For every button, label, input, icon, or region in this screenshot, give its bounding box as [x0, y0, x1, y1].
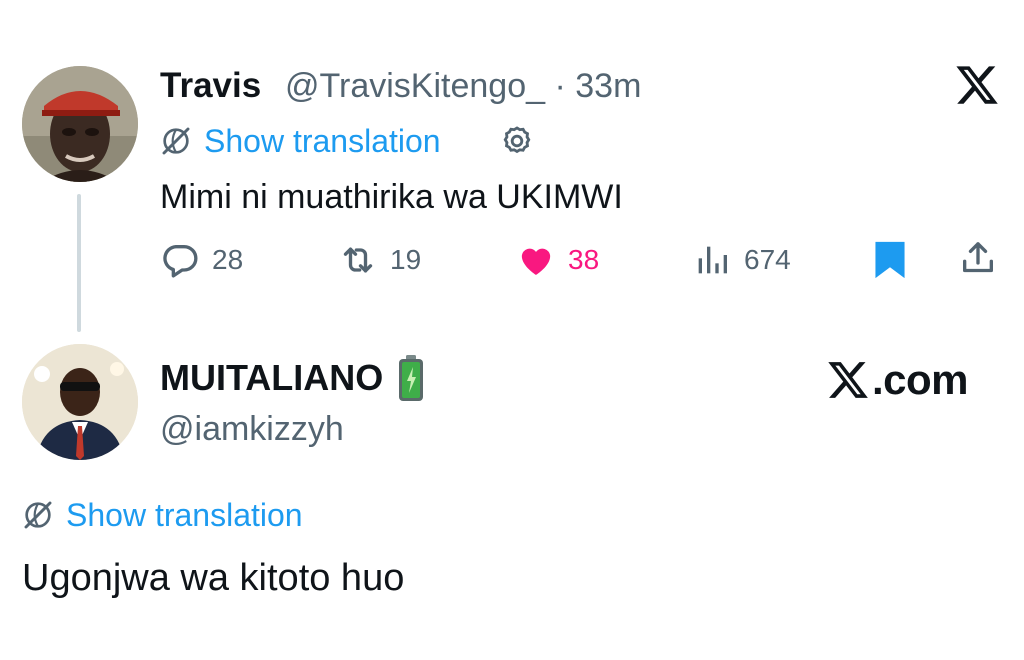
- like-count: 38: [568, 244, 600, 275]
- show-translation-link[interactable]: Show translation: [22, 492, 303, 538]
- reply-button[interactable]: 28: [160, 236, 243, 284]
- like-button[interactable]: 38: [516, 236, 599, 284]
- author-name[interactable]: MUITALIANO: [160, 354, 383, 402]
- bookmark-icon[interactable]: [872, 240, 908, 280]
- tweet-text: Ugonjwa wa kitoto huo: [22, 557, 405, 599]
- share-icon[interactable]: [958, 238, 998, 278]
- avatar-travis[interactable]: [22, 66, 138, 182]
- x-com-label: .com: [872, 356, 969, 403]
- views-button[interactable]: 674: [692, 236, 791, 284]
- reply-icon: [163, 245, 198, 278]
- author-handle-time[interactable]: @TravisKitengo_ · 33m: [285, 62, 641, 110]
- gear-icon[interactable]: [500, 124, 534, 158]
- views-count: 674: [744, 244, 791, 275]
- tweet-text: Mimi ni muathirika wa UKIMWI: [160, 178, 623, 216]
- show-translation-link[interactable]: Show translation: [160, 118, 441, 164]
- x-com-watermark: .com: [826, 355, 969, 405]
- avatar-image: [22, 344, 138, 460]
- heart-icon: [521, 248, 551, 275]
- show-translation-label[interactable]: Show translation: [66, 492, 303, 538]
- x-logo-icon: [828, 362, 868, 398]
- retweet-button[interactable]: 19: [338, 236, 421, 284]
- author-name-row: MUITALIANO: [160, 354, 425, 402]
- thread-connector-line: [77, 194, 81, 332]
- avatar-muitaliano[interactable]: [22, 344, 138, 460]
- globe-slash-icon: [162, 127, 190, 155]
- views-icon: [698, 246, 727, 274]
- globe-slash-icon: [24, 501, 52, 529]
- retweet-count: 19: [390, 244, 422, 275]
- battery-emoji-icon: [399, 355, 424, 401]
- retweet-icon: [343, 247, 373, 273]
- author-handle[interactable]: @iamkizzyh: [160, 406, 344, 452]
- x-logo-icon[interactable]: [954, 62, 1000, 108]
- avatar-image: [22, 66, 138, 182]
- show-translation-label[interactable]: Show translation: [204, 118, 441, 164]
- reply-count: 28: [212, 244, 244, 275]
- author-name[interactable]: Travis: [160, 62, 261, 110]
